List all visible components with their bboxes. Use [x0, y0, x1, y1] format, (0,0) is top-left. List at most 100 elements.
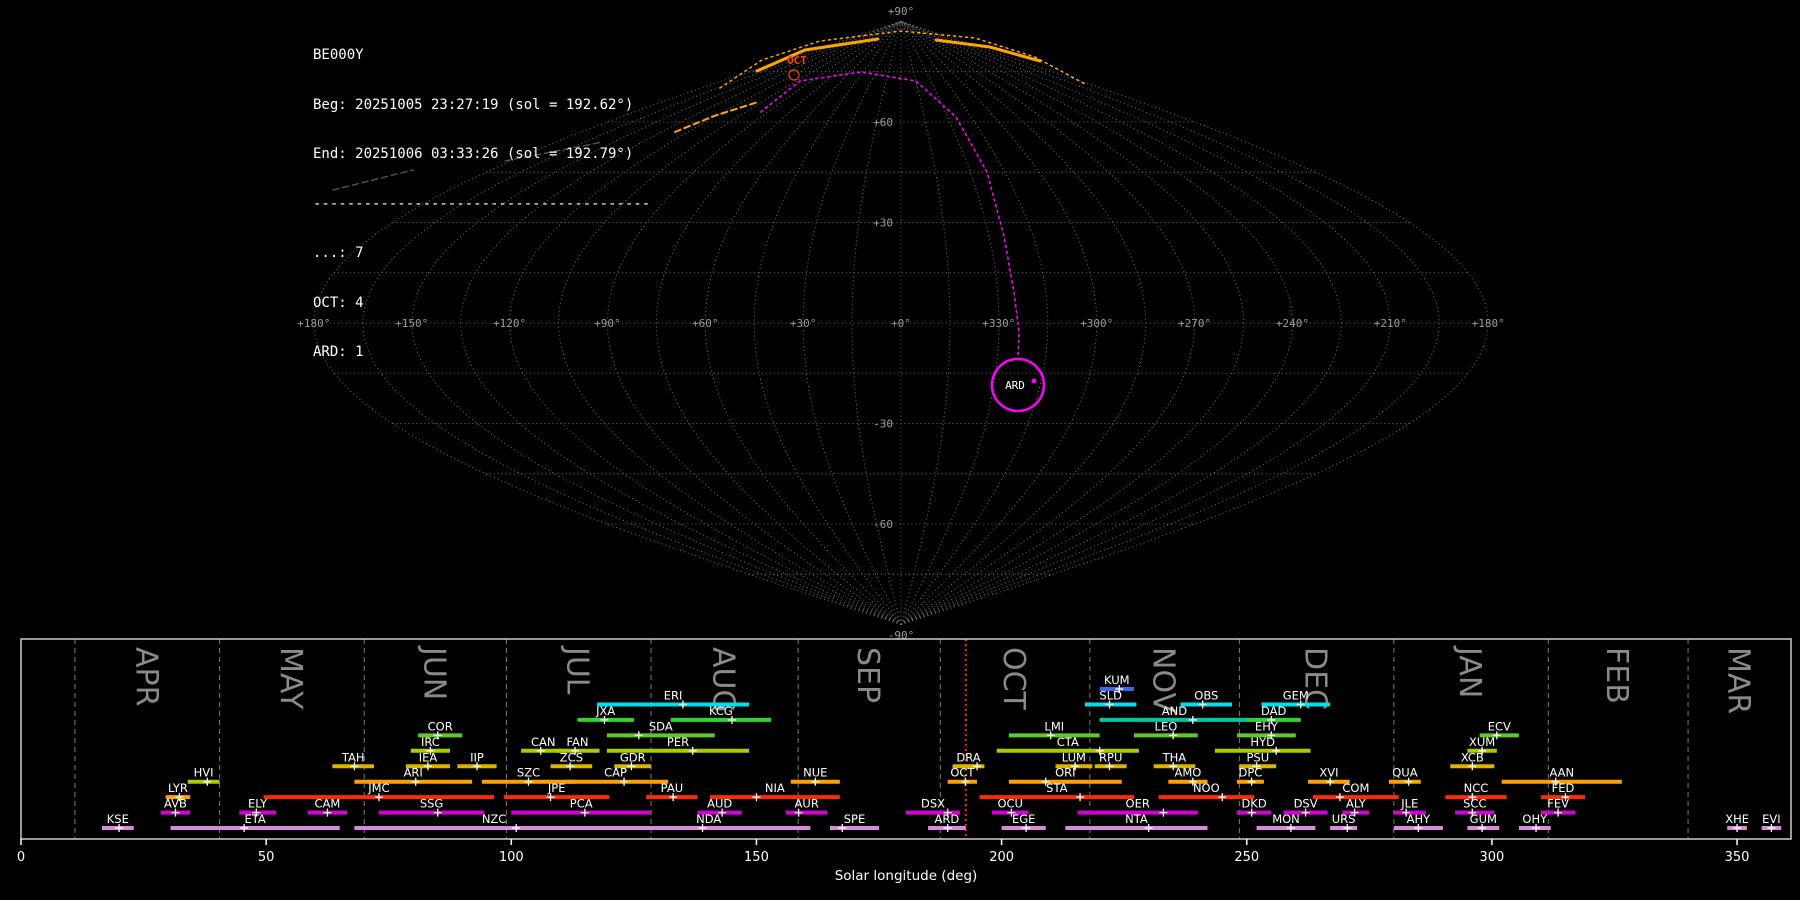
month-label: SEP: [850, 647, 885, 703]
shower-label-COR: COR: [428, 719, 453, 733]
shower-label-NTA: NTA: [1125, 812, 1148, 826]
shower-label-XUM: XUM: [1469, 735, 1495, 749]
shower-label-AAN: AAN: [1549, 766, 1574, 780]
shower-label-CAP: CAP: [604, 766, 627, 780]
count-unidentified: ...: 7: [313, 245, 364, 261]
shower-label-ARD: ARD: [935, 812, 960, 826]
x-tick-label: 300: [1480, 850, 1505, 865]
shower-label-KUM: KUM: [1104, 673, 1130, 687]
activity-timeline-canvas: APR MAY JUN JUL AUG SEP OCT NOV DEC JAN FEB MARKUME…: [17, 638, 1792, 884]
shower-label-NOO: NOO: [1193, 781, 1220, 795]
shower-label-FAN: FAN: [566, 735, 588, 749]
shower-label-XHE: XHE: [1725, 812, 1749, 826]
month-label: OCT: [996, 647, 1031, 711]
shower-label-DPC: DPC: [1238, 766, 1262, 780]
shower-label-KCG: KCG: [709, 704, 733, 718]
shower-label-NDA: NDA: [696, 812, 721, 826]
shower-label-PSU: PSU: [1246, 750, 1269, 764]
shower-label-JMC: JMC: [367, 781, 389, 795]
shower-label-SLD: SLD: [1099, 688, 1122, 702]
month-label: APR: [128, 647, 163, 706]
shower-label-KSE: KSE: [107, 812, 129, 826]
shower-label-JPE: JPE: [547, 781, 566, 795]
shower-label-HYD: HYD: [1250, 735, 1275, 749]
shower-label-ETA: ETA: [244, 812, 265, 826]
shower-label-LYR: LYR: [168, 781, 188, 795]
month-label: MAR: [1721, 647, 1756, 714]
shower-label-OCU: OCU: [997, 797, 1023, 811]
shower-label-OCT: OCT: [950, 766, 975, 780]
shower-label-SPE: SPE: [844, 812, 866, 826]
shower-label-LEO: LEO: [1155, 719, 1178, 733]
shower-label-CTA: CTA: [1057, 735, 1079, 749]
shower-label-COM: COM: [1342, 781, 1369, 795]
shower-label-MON: MON: [1272, 812, 1300, 826]
shower-label-RPU: RPU: [1099, 750, 1122, 764]
shower-label-PER: PER: [667, 735, 689, 749]
shower-label-DSX: DSX: [921, 797, 945, 811]
shower-label-TAH: TAH: [341, 750, 365, 764]
month-label: MAY: [273, 647, 308, 710]
shower-label-SDA: SDA: [649, 719, 673, 733]
shower-label-OBS: OBS: [1194, 688, 1218, 702]
shower-label-SCC: SCC: [1463, 797, 1486, 811]
shower-label-FEV: FEV: [1547, 797, 1569, 811]
app-root: { "info_panel": { "station": "BE000Y", "…: [0, 0, 1800, 900]
shower-label-OER: OER: [1126, 797, 1150, 811]
x-tick-label: 150: [744, 850, 769, 865]
shower-label-DAD: DAD: [1261, 704, 1287, 718]
shower-label-DSV: DSV: [1294, 797, 1318, 811]
count-oct: OCT: 4: [313, 294, 364, 311]
station-id: BE000Y: [313, 47, 364, 63]
shower-label-AND: AND: [1162, 704, 1187, 718]
shower-label-XCB: XCB: [1461, 750, 1484, 764]
separator-line: ----------------------------------------: [313, 195, 651, 212]
shower-label-QUA: QUA: [1392, 766, 1417, 780]
shower-label-NZC: NZC: [482, 812, 507, 826]
shower-label-AUR: AUR: [795, 797, 819, 811]
shower-label-FED: FED: [1552, 781, 1575, 795]
shower-label-CAM: CAM: [314, 797, 340, 811]
x-tick-label: 100: [499, 850, 524, 865]
shower-label-ORI: ORI: [1055, 766, 1075, 780]
x-axis-title: Solar longitude (deg): [835, 868, 978, 884]
end-time-line: End: 20251006 03:33:26 (sol = 192.79°): [313, 146, 634, 162]
shower-label-ARI: ARI: [404, 766, 423, 780]
x-tick-label: 350: [1725, 850, 1750, 865]
shower-label-ZCS: ZCS: [560, 750, 583, 764]
shower-label-OHY: OHY: [1522, 812, 1548, 826]
month-label: JUL: [560, 645, 595, 695]
begin-time-line: Beg: 20251005 23:27:19 (sol = 192.62°): [313, 96, 634, 113]
shower-label-URS: URS: [1332, 812, 1356, 826]
shower-label-ERI: ERI: [664, 688, 683, 702]
shower-label-GDR: GDR: [620, 750, 646, 764]
shower-label-SSG: SSG: [420, 797, 444, 811]
shower-label-XVI: XVI: [1319, 766, 1338, 780]
shower-label-AHY: AHY: [1407, 812, 1432, 826]
shower-label-DKD: DKD: [1241, 797, 1266, 811]
shower-label-EHY: EHY: [1255, 719, 1279, 733]
shower-label-STA: STA: [1046, 781, 1067, 795]
shower-label-IRC: IRC: [421, 735, 440, 749]
x-tick-label: 0: [17, 850, 25, 865]
shower-label-GUM: GUM: [1470, 812, 1497, 826]
shower-label-IEA: IEA: [419, 750, 438, 764]
shower-label-AMO: AMO: [1174, 766, 1201, 780]
month-label: JAN: [1452, 645, 1487, 698]
shower-label-PAU: PAU: [661, 781, 683, 795]
x-tick-label: 200: [989, 850, 1014, 865]
count-ard: ARD: 1: [313, 344, 364, 360]
x-tick-label: 50: [258, 850, 275, 865]
shower-label-DRA: DRA: [956, 750, 980, 764]
shower-label-THA: THA: [1162, 750, 1187, 764]
shower-label-ALY: ALY: [1346, 797, 1367, 811]
month-label: FEB: [1599, 647, 1634, 704]
shower-label-ECV: ECV: [1488, 719, 1511, 733]
shower-label-PCA: PCA: [570, 797, 593, 811]
info-panel: BE000Y Beg: 20251005 23:27:19 (sol = 192…: [313, 14, 650, 394]
shower-label-NIA: NIA: [765, 781, 785, 795]
shower-label-EVI: EVI: [1762, 812, 1781, 826]
shower-label-JXA: JXA: [595, 704, 615, 718]
shower-label-LMI: LMI: [1044, 719, 1064, 733]
shower-label-JLE: JLE: [1400, 797, 1418, 811]
